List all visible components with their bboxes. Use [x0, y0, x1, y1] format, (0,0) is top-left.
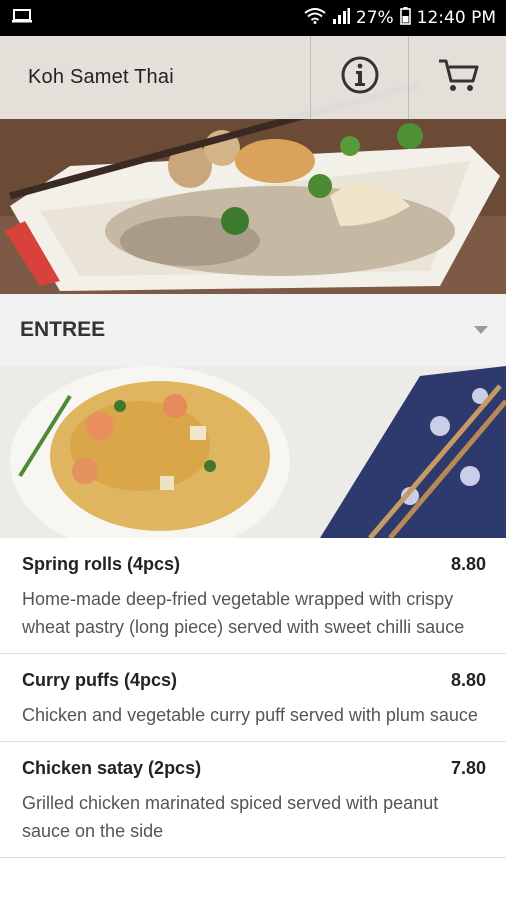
- menu-item-description: Grilled chicken marinated spiced served …: [22, 793, 439, 841]
- menu-item-header: Curry puffs (4pcs) 8.80: [22, 670, 486, 691]
- laptop-icon: [12, 8, 32, 28]
- cart-icon: [437, 57, 479, 98]
- wifi-icon: [304, 7, 326, 29]
- menu-item-name: Spring rolls (4pcs): [22, 554, 181, 574]
- status-bar: 27% 12:40 PM: [0, 0, 506, 36]
- battery-percent: 27%: [355, 8, 394, 28]
- menu-item-name: Curry puffs (4pcs): [22, 670, 178, 690]
- menu-item[interactable]: Curry puffs (4pcs) 8.80 Chicken and vege…: [0, 654, 506, 742]
- category-label: ENTREE: [20, 318, 106, 341]
- menu-item-description: Home-made deep-fried vegetable wrapped w…: [22, 589, 465, 637]
- menu-item[interactable]: Chicken satay (2pcs) 7.80 Grilled chicke…: [0, 742, 506, 858]
- menu-item-header: Spring rolls (4pcs) 8.80: [22, 554, 486, 575]
- restaurant-title: Koh Samet Thai: [28, 66, 174, 88]
- menu-item-header: Chicken satay (2pcs) 7.80: [22, 758, 486, 779]
- menu-item-price: 7.80: [450, 758, 486, 778]
- menu-list: Spring rolls (4pcs) 8.80 Home-made deep-…: [0, 538, 506, 858]
- category-banner-image: [0, 366, 506, 538]
- status-right: 27% 12:40 PM: [304, 6, 496, 30]
- battery-icon: [399, 6, 411, 30]
- info-button[interactable]: [310, 36, 408, 119]
- category-selector[interactable]: ENTREE: [0, 294, 506, 366]
- menu-item-name: Chicken satay (2pcs): [22, 758, 202, 778]
- menu-item-description: Chicken and vegetable curry puff served …: [22, 705, 478, 725]
- cart-button[interactable]: [408, 36, 506, 119]
- signal-icon: [332, 7, 350, 29]
- menu-item-price: 8.80: [450, 670, 486, 690]
- dropdown-arrow-icon: [474, 321, 488, 339]
- status-left: [12, 8, 32, 28]
- info-icon: [340, 55, 380, 100]
- app-bar: Koh Samet Thai: [0, 36, 506, 119]
- clock-time: 12:40 PM: [416, 8, 496, 28]
- menu-item[interactable]: Spring rolls (4pcs) 8.80 Home-made deep-…: [0, 538, 506, 654]
- menu-item-price: 8.80: [450, 554, 486, 574]
